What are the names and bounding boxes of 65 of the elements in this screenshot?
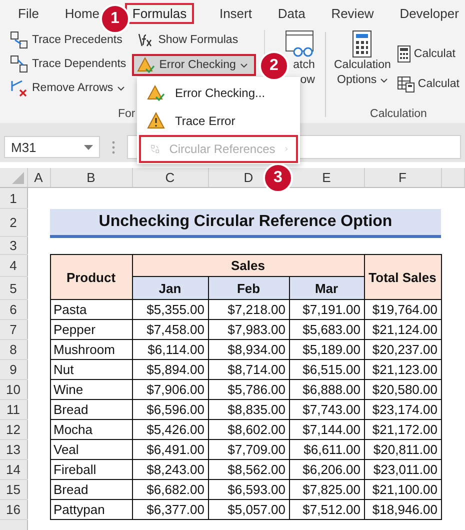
- table-cell: $7,825.00: [289, 480, 364, 500]
- table-cell: Pasta: [50, 300, 132, 320]
- table-cell: $6,888.00: [289, 380, 364, 400]
- table-cell: $21,172.00: [364, 420, 441, 440]
- table-cell: $21,123.00: [364, 360, 441, 380]
- table-cell: $6,491.00: [132, 440, 208, 460]
- header-cell: Total Sales: [364, 254, 441, 300]
- table-cell: $19,764.00: [364, 300, 441, 320]
- table-cell: $20,580.00: [364, 380, 441, 400]
- table-cell: $8,714.00: [208, 360, 289, 380]
- table-cell: $5,355.00: [132, 300, 208, 320]
- table-cell: $6,114.00: [132, 340, 208, 360]
- step-badge: 3: [263, 163, 293, 193]
- table-cell: $21,124.00: [364, 320, 441, 340]
- table-cell: Wine: [50, 380, 132, 400]
- table-cell: $18,946.00: [364, 500, 441, 520]
- header-cell: Feb: [208, 276, 289, 300]
- table-cell: Mushroom: [50, 340, 132, 360]
- table-cell: $5,894.00: [132, 360, 208, 380]
- table-cell: $7,709.00: [208, 440, 289, 460]
- table-cell: $21,100.00: [364, 480, 441, 500]
- header-cell: Sales: [132, 254, 364, 276]
- table-cell: $8,562.00: [208, 460, 289, 480]
- table-cell: $7,743.00: [289, 400, 364, 420]
- table-cell: $23,011.00: [364, 460, 441, 480]
- table-cell: Pepper: [50, 320, 132, 340]
- table-cell: Veal: [50, 440, 132, 460]
- table-cell: $7,512.00: [289, 500, 364, 520]
- table-cell: $6,206.00: [289, 460, 364, 480]
- table-cell: $6,611.00: [289, 440, 364, 460]
- table-cell: Pattypan: [50, 500, 132, 520]
- table-cell: $7,983.00: [208, 320, 289, 340]
- table-cell: $5,786.00: [208, 380, 289, 400]
- table-cell: $23,174.00: [364, 400, 441, 420]
- table-cell: Bread: [50, 400, 132, 420]
- group-label: Calculation: [369, 108, 428, 120]
- table-cell: $8,934.00: [208, 340, 289, 360]
- table-cell: $7,458.00: [132, 320, 208, 340]
- table-cell: $5,057.00: [208, 500, 289, 520]
- table-cell: $6,682.00: [132, 480, 208, 500]
- group-label: For: [117, 108, 136, 120]
- table-cell: $7,144.00: [289, 420, 364, 440]
- table-cell: $7,218.00: [208, 300, 289, 320]
- table-cell: $20,237.00: [364, 340, 441, 360]
- table-cell: $6,515.00: [289, 360, 364, 380]
- header-cell: Product: [50, 254, 132, 300]
- table-cell: $8,602.00: [208, 420, 289, 440]
- header-cell: Jan: [132, 276, 208, 300]
- table-cell: $6,377.00: [132, 500, 208, 520]
- table-cell: $8,243.00: [132, 460, 208, 480]
- header-cell: Mar: [289, 276, 364, 300]
- table-cell: $7,906.00: [132, 380, 208, 400]
- table-cell: $6,593.00: [208, 480, 289, 500]
- table-cell: $5,426.00: [132, 420, 208, 440]
- table-cell: $5,189.00: [289, 340, 364, 360]
- table-cell: $6,596.00: [132, 400, 208, 420]
- table-cell: Fireball: [50, 460, 132, 480]
- sheet-title: Unchecking Circular Reference Option: [50, 208, 441, 236]
- table-cell: Nut: [50, 360, 132, 380]
- table-cell: $20,811.00: [364, 440, 441, 460]
- table-cell: $5,683.00: [289, 320, 364, 340]
- table-cell: $8,835.00: [208, 400, 289, 420]
- table-cell: Mocha: [50, 420, 132, 440]
- table-cell: Bread: [50, 480, 132, 500]
- table-cell: $7,191.00: [289, 300, 364, 320]
